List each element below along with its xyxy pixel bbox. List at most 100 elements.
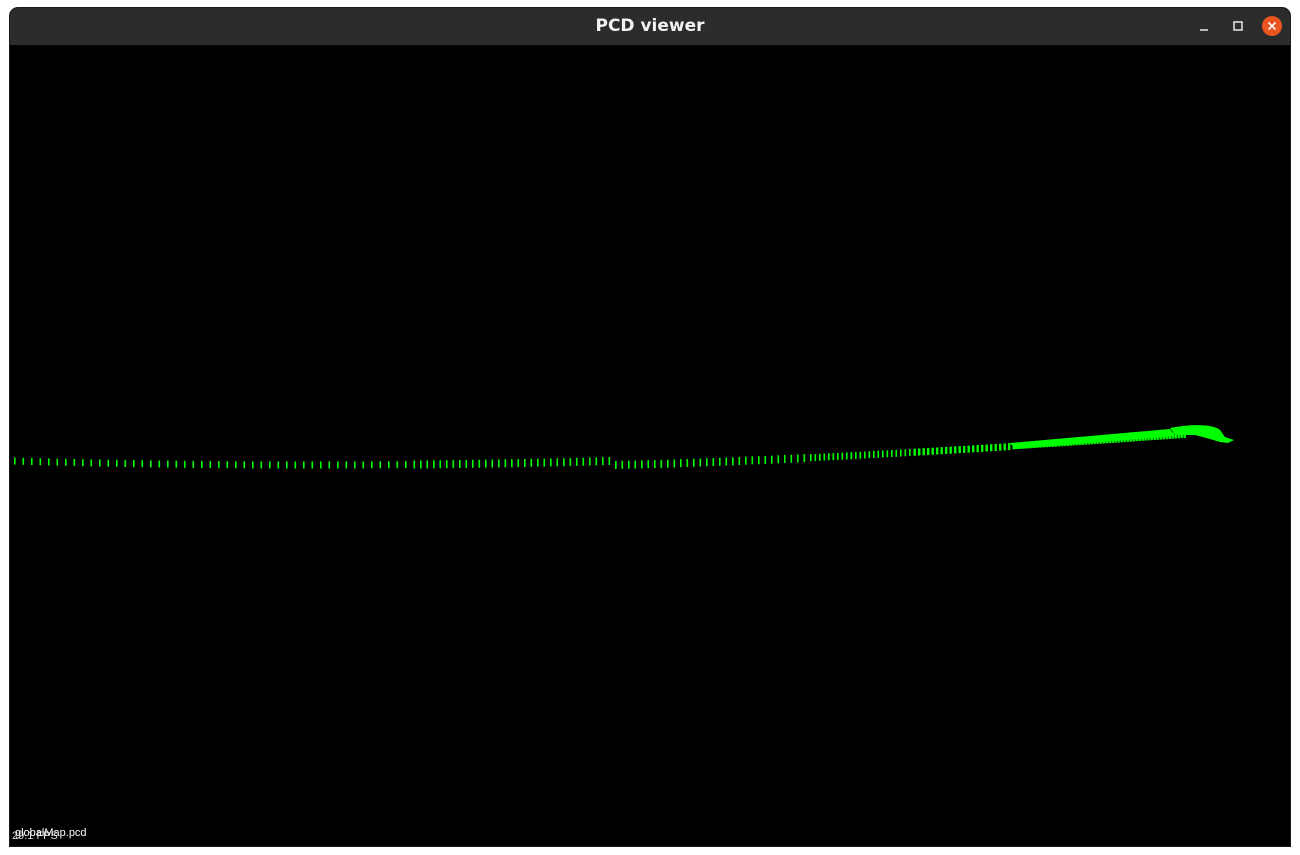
point-cluster [405,461,407,469]
point-cluster [90,459,93,467]
point-cluster [420,460,422,469]
point-cluster [882,450,884,458]
point-cluster [927,448,930,455]
point-cluster [124,460,127,467]
point-cluster [810,454,812,462]
point-cluster [963,445,966,453]
minimize-button[interactable] [1194,16,1214,36]
point-cluster [673,459,676,468]
point-cluster [439,460,442,469]
point-cluster [485,459,487,468]
point-cluster [940,447,943,455]
point-cluster [647,460,650,469]
point-cluster [738,457,741,465]
maximize-icon [1233,21,1243,31]
point-cluster [582,457,585,466]
point-cluster [277,461,280,469]
point-cluster [886,450,889,458]
point-cluster [446,460,448,469]
point-cloud-dense-band [1010,429,1175,449]
point-cluster [931,447,934,455]
point-cluster [837,452,839,460]
point-cluster [218,461,220,469]
point-cluster [904,449,907,457]
point-cluster [595,457,598,466]
close-button[interactable] [1262,16,1282,36]
point-cluster [73,459,76,466]
point-cluster [209,461,212,469]
point-cluster [530,458,533,467]
point-cluster [891,450,893,457]
point-cluster [459,460,461,468]
point-cluster [260,461,263,469]
point-cluster [877,450,880,458]
point-cluster [667,459,669,468]
point-cluster [524,459,526,467]
point-cluster [433,460,435,469]
point-cluster [699,458,702,467]
point-cluster [868,451,871,459]
point-cluster [712,458,715,467]
maximize-button[interactable] [1228,16,1248,36]
point-cluster [294,461,297,469]
point-cluster [56,458,59,466]
point-cluster [563,458,565,467]
point-cluster [660,459,663,468]
point-cluster [823,453,826,461]
point-cluster [31,458,33,465]
close-icon [1267,21,1277,31]
point-cloud-viewport[interactable]: 29.1 FPS globalMap.pcd [10,45,1290,846]
point-cluster [745,456,747,465]
point-cluster [976,445,979,453]
point-cluster [654,460,656,469]
point-cluster [303,461,305,469]
point-cluster [388,461,390,469]
point-cluster [452,460,455,469]
title-bar[interactable]: PCD viewer [10,8,1290,45]
point-cluster [235,461,237,469]
point-cluster [517,459,520,468]
point-cluster [337,461,339,469]
point-cluster [922,448,925,456]
point-cluster [589,457,591,466]
point-cluster [478,459,481,468]
point-cluster [706,458,708,467]
point-cluster [556,458,559,467]
minimize-icon [1200,29,1208,31]
point-cluster [167,460,169,468]
pcd-viewer-window: PCD viewer 29.1 FPS globalMap.pcd [10,8,1290,846]
point-cluster [719,457,721,466]
point-cluster [621,460,624,469]
point-cluster [82,459,84,467]
point-cluster [615,461,617,469]
point-cluster [751,456,754,465]
point-cluster [39,458,42,466]
point-cluster [396,461,399,469]
point-cluster [192,460,195,468]
file-name-label: globalMap.pcd [15,827,87,839]
point-cluster [354,461,356,469]
point-cluster [850,452,853,460]
point-cluster [379,461,382,469]
point-cluster [909,449,911,456]
point-cluster [693,458,695,467]
point-cluster [569,458,572,466]
point-cluster [576,457,578,466]
point-cluster [14,457,16,465]
point-cluster [958,446,961,454]
point-cluster [758,456,760,465]
point-cluster [184,460,186,468]
point-cluster [994,444,997,451]
point-cluster [426,460,429,469]
point-cluster [472,459,474,468]
point-cluster [873,451,875,458]
point-cluster [641,460,643,469]
point-cluster [107,459,110,467]
point-cluster [491,459,494,468]
point-cluster [967,445,970,453]
point-cluster [504,459,507,468]
point-cluster [895,449,898,457]
point-cluster [680,459,682,468]
point-cluster [269,461,271,469]
point-cluster [465,459,468,468]
